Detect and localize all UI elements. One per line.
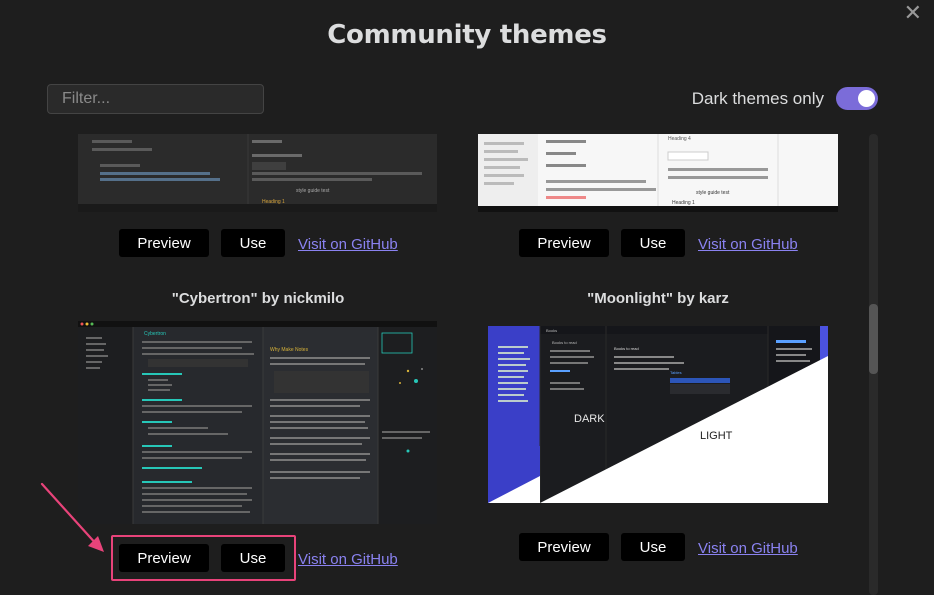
github-link[interactable]: Visit on GitHub [698, 236, 798, 253]
community-themes-modal: Community themes ✕ Dark themes only styl… [0, 0, 934, 595]
close-icon[interactable]: ✕ [904, 0, 922, 26]
use-button[interactable]: Use [621, 229, 685, 257]
theme-screenshot-1: style guide test Heading 1 [78, 134, 437, 212]
dark-themes-label: Dark themes only [691, 88, 824, 108]
theme-preview-image: Cybertron Why Make Notes [78, 321, 437, 524]
toggle-knob [858, 90, 875, 107]
image-text: style guide test [696, 190, 730, 196]
modal-title: Community themes [327, 20, 607, 50]
preview-button[interactable]: Preview [519, 533, 609, 561]
image-text: Heading 1 [262, 199, 285, 205]
theme-preview-image: style guide test Heading 1 [78, 134, 437, 212]
dark-label: DARK [574, 413, 605, 425]
github-link[interactable]: Visit on GitHub [698, 540, 798, 557]
image-text: Books to read [614, 346, 639, 351]
github-link[interactable]: Visit on GitHub [298, 236, 398, 253]
light-label: LIGHT [700, 430, 733, 442]
image-text: style guide test [296, 188, 330, 194]
dark-themes-toggle-group: Dark themes only [692, 87, 878, 110]
theme-screenshot-3: Cybertron Why Make Notes [78, 321, 437, 524]
theme-title: "Moonlight" by karz [587, 290, 729, 307]
scrollbar[interactable] [869, 134, 878, 595]
preview-button[interactable]: Preview [519, 229, 609, 257]
image-text: Why Make Notes [270, 347, 309, 353]
image-text: Heading 4 [668, 136, 691, 142]
theme-screenshot-2: Heading 4 style guide test Heading 1 [478, 134, 838, 212]
image-text: Books to read [552, 340, 577, 345]
image-text: Cybertron [144, 331, 166, 337]
theme-preview-image: Books Books to read Books to read Tables [488, 326, 828, 503]
image-text: Heading 1 [672, 200, 695, 206]
github-link[interactable]: Visit on GitHub [298, 551, 398, 568]
filter-input[interactable] [47, 84, 264, 114]
image-text: Books [546, 328, 557, 333]
dark-themes-toggle[interactable] [836, 87, 878, 110]
scrollbar-thumb[interactable] [869, 304, 878, 374]
theme-preview-image: Heading 4 style guide test Heading 1 [478, 134, 838, 212]
use-button[interactable]: Use [621, 533, 685, 561]
image-text: Tables [670, 370, 682, 375]
arrow-icon [40, 482, 104, 552]
preview-button[interactable]: Preview [119, 229, 209, 257]
use-button[interactable]: Use [221, 229, 285, 257]
highlight-box [111, 535, 296, 581]
theme-screenshot-4: Books Books to read Books to read Tables [488, 326, 828, 503]
theme-title: "Cybertron" by nickmilo [171, 290, 345, 307]
